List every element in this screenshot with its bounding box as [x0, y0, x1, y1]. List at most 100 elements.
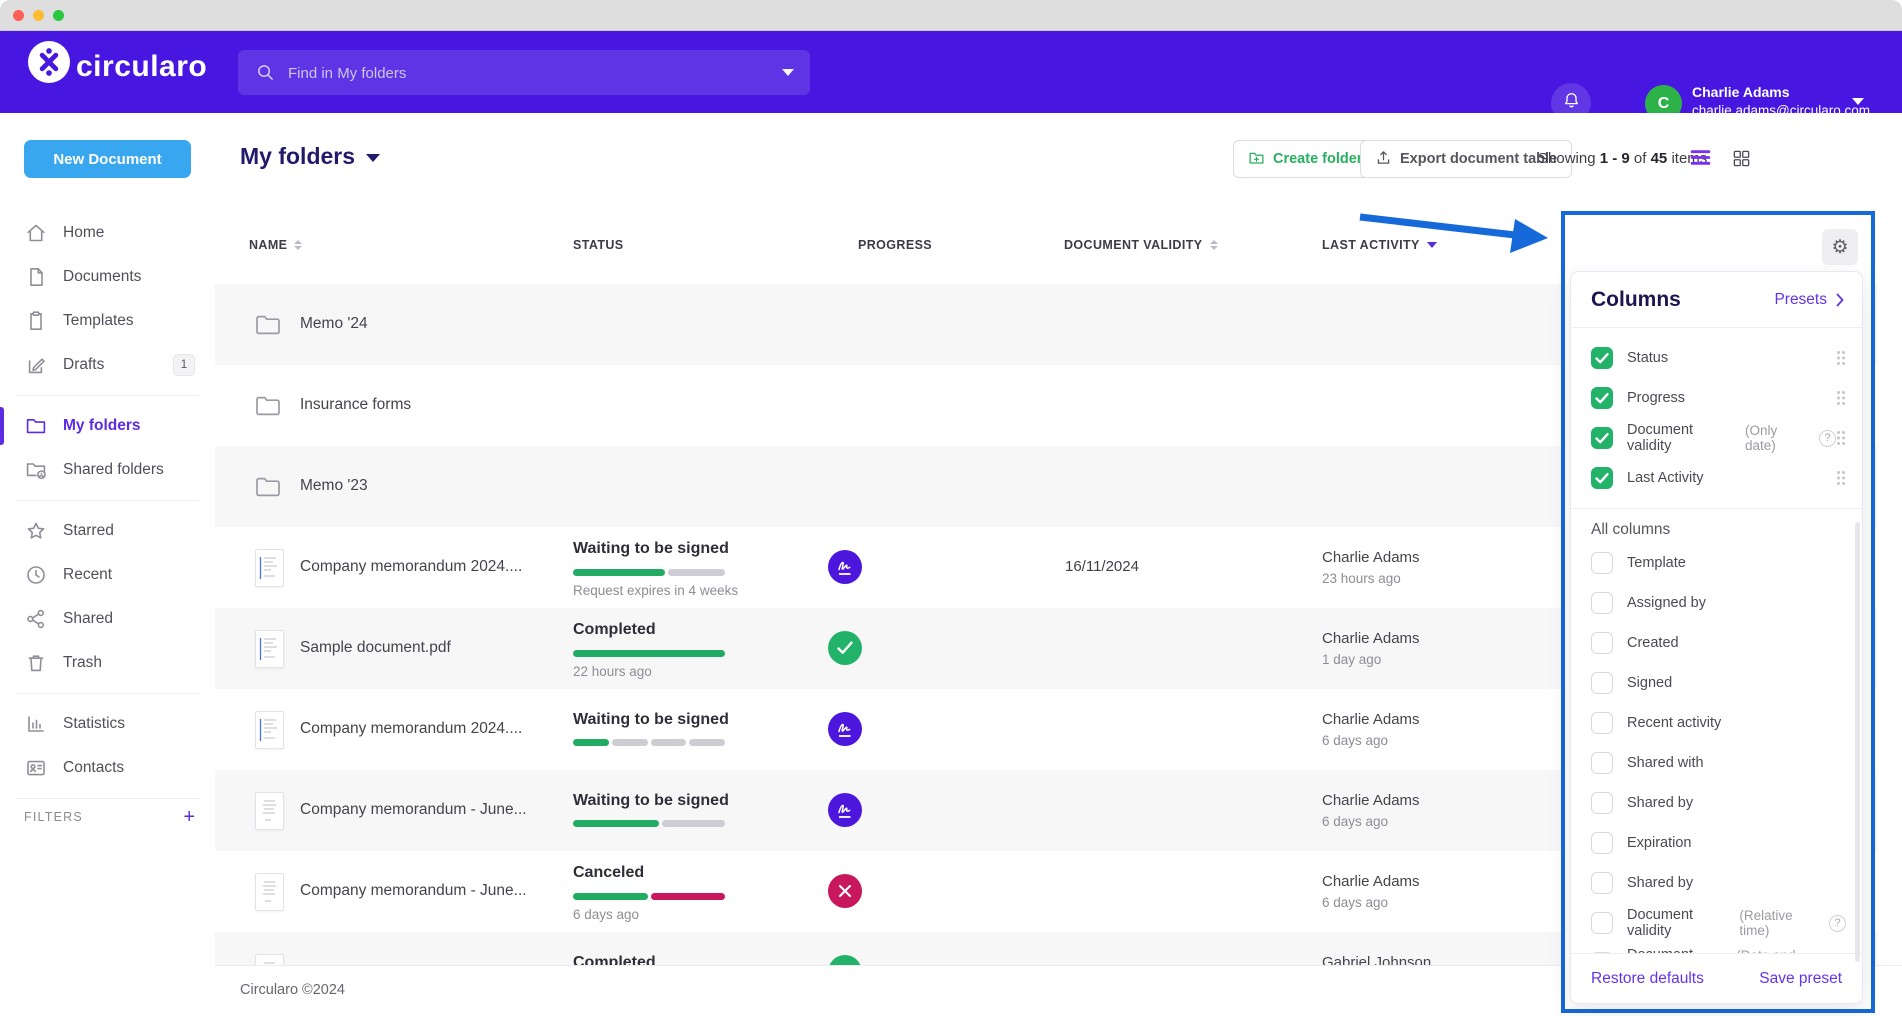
checkbox-unchecked-icon[interactable] [1591, 552, 1613, 574]
panel-scrollbar[interactable] [1855, 522, 1860, 962]
document-thumbnail-icon [255, 792, 284, 830]
column-option-shared-by[interactable]: Shared by [1571, 783, 1862, 823]
column-option-template[interactable]: Template [1571, 543, 1862, 583]
sidebar-item-home[interactable]: Home [0, 211, 215, 255]
table-settings-button[interactable]: ⚙ [1822, 229, 1858, 265]
all-columns-list: TemplateAssigned byCreated Signed Recent a… [1571, 541, 1862, 993]
column-option-created[interactable]: Created [1571, 623, 1862, 663]
progress-check-icon [828, 631, 862, 665]
close-window-icon[interactable] [13, 10, 24, 21]
search-bar [238, 50, 810, 95]
checkbox-unchecked-icon[interactable] [1591, 752, 1613, 774]
column-option-document-validity[interactable]: Document validity(Relative time)? [1571, 903, 1862, 943]
search-scope-chevron-down-icon[interactable] [782, 69, 794, 76]
sidebar-item-my-folders[interactable]: My folders [0, 404, 215, 448]
save-preset-link[interactable]: Save preset [1759, 970, 1842, 988]
home-icon [24, 221, 48, 245]
zoom-window-icon[interactable] [53, 10, 64, 21]
presets-label: Presets [1774, 291, 1827, 309]
filters-row: FILTERS + [24, 807, 195, 827]
checkbox-unchecked-icon[interactable] [1591, 872, 1613, 894]
column-option-document-validity[interactable]: Document validity(Only date)? [1571, 418, 1862, 458]
user-menu-chevron-down-icon[interactable] [1852, 98, 1864, 105]
column-header-document-validity[interactable]: DOCUMENT VALIDITY [1064, 238, 1218, 252]
item-name: Company memorandum 2024.... [300, 558, 522, 576]
template-icon [24, 309, 48, 333]
column-option-progress[interactable]: Progress [1571, 378, 1862, 418]
list-view-icon[interactable] [1690, 149, 1714, 171]
sidebar-item-starred[interactable]: Starred [0, 509, 215, 553]
column-option-recent-activity[interactable]: Recent activity [1571, 703, 1862, 743]
checkbox-unchecked-icon[interactable] [1591, 632, 1613, 654]
folder-switch-chevron-down-icon [366, 154, 380, 162]
document-thumbnail-icon [255, 711, 284, 749]
document-thumbnail-icon [255, 549, 284, 587]
column-option-label: Signed [1627, 675, 1672, 691]
add-filter-button[interactable]: + [183, 807, 195, 827]
checkbox-unchecked-icon[interactable] [1591, 792, 1613, 814]
checkbox-checked-icon[interactable] [1591, 387, 1613, 409]
column-header-name[interactable]: NAME [249, 238, 302, 252]
checkbox-checked-icon[interactable] [1591, 347, 1613, 369]
drag-handle-icon[interactable] [1836, 350, 1846, 366]
column-option-note: (Relative time) [1739, 908, 1821, 938]
column-header-last-activity[interactable]: LAST ACTIVITY [1322, 238, 1437, 252]
progress-x-icon [828, 874, 862, 908]
column-option-last-activity[interactable]: Last Activity [1571, 458, 1862, 498]
sort-desc-icon [1427, 242, 1437, 248]
sidebar-item-drafts[interactable]: Drafts1 [0, 343, 215, 387]
progress-bar [573, 820, 725, 827]
search-input[interactable] [286, 50, 760, 97]
checkbox-unchecked-icon[interactable] [1591, 592, 1613, 614]
last-activity-user: Charlie Adams [1322, 630, 1420, 647]
restore-defaults-link[interactable]: Restore defaults [1591, 970, 1704, 988]
grid-view-icon[interactable] [1732, 149, 1756, 171]
checkbox-checked-icon[interactable] [1591, 467, 1613, 489]
info-icon[interactable]: ? [1829, 915, 1846, 932]
sidebar-item-shared-folders[interactable]: Shared folders [0, 448, 215, 492]
page-title[interactable]: My folders [240, 143, 380, 170]
drag-handle-icon[interactable] [1836, 390, 1846, 406]
sidebar-item-shared[interactable]: Shared [0, 597, 215, 641]
column-header-progress[interactable]: PROGRESS [858, 238, 932, 252]
drag-handle-icon[interactable] [1836, 470, 1846, 486]
column-header-status[interactable]: STATUS [573, 238, 624, 252]
app-header: circularo C Charlie Adams charlie.adams@… [0, 31, 1902, 113]
trash-icon [24, 651, 48, 675]
chevron-right-icon [1836, 293, 1844, 307]
presets-link[interactable]: Presets [1774, 291, 1844, 309]
sidebar-item-documents[interactable]: Documents [0, 255, 215, 299]
sidebar-item-recent[interactable]: Recent [0, 553, 215, 597]
column-option-shared-with[interactable]: Shared with [1571, 743, 1862, 783]
column-option-assigned-by[interactable]: Assigned by [1571, 583, 1862, 623]
sidebar-item-label: Documents [63, 268, 141, 286]
item-name: Company memorandum 2024.... [300, 720, 522, 738]
sidebar-item-trash[interactable]: Trash [0, 641, 215, 685]
column-option-shared-by[interactable]: Shared by [1571, 863, 1862, 903]
checkbox-checked-icon[interactable] [1591, 427, 1613, 449]
checkbox-unchecked-icon[interactable] [1591, 672, 1613, 694]
sidebar-item-templates[interactable]: Templates [0, 299, 215, 343]
checkbox-unchecked-icon[interactable] [1591, 912, 1613, 934]
sidebar-item-statistics[interactable]: Statistics [0, 702, 215, 746]
column-option-status[interactable]: Status [1571, 338, 1862, 378]
create-folder-button[interactable]: Create folder [1233, 140, 1377, 178]
sidebar-divider [16, 798, 199, 799]
progress-bar [573, 569, 725, 576]
minimize-window-icon[interactable] [33, 10, 44, 21]
column-option-signed[interactable]: Signed [1571, 663, 1862, 703]
checkbox-unchecked-icon[interactable] [1591, 712, 1613, 734]
all-columns-label: All columns [1571, 509, 1862, 541]
sidebar-item-contacts[interactable]: Contacts [0, 746, 215, 790]
column-option-label: Shared with [1627, 755, 1704, 771]
column-option-label: Document validity [1627, 907, 1734, 939]
item-name: Memo '23 [300, 477, 368, 495]
checkbox-unchecked-icon[interactable] [1591, 832, 1613, 854]
new-document-button[interactable]: New Document [24, 140, 191, 178]
sort-icon [1210, 240, 1218, 250]
drag-handle-icon[interactable] [1836, 430, 1846, 446]
drafts-count-badge: 1 [173, 354, 195, 376]
column-option-expiration[interactable]: Expiration [1571, 823, 1862, 863]
info-icon[interactable]: ? [1819, 430, 1836, 447]
column-option-note: (Only date) [1745, 423, 1811, 453]
